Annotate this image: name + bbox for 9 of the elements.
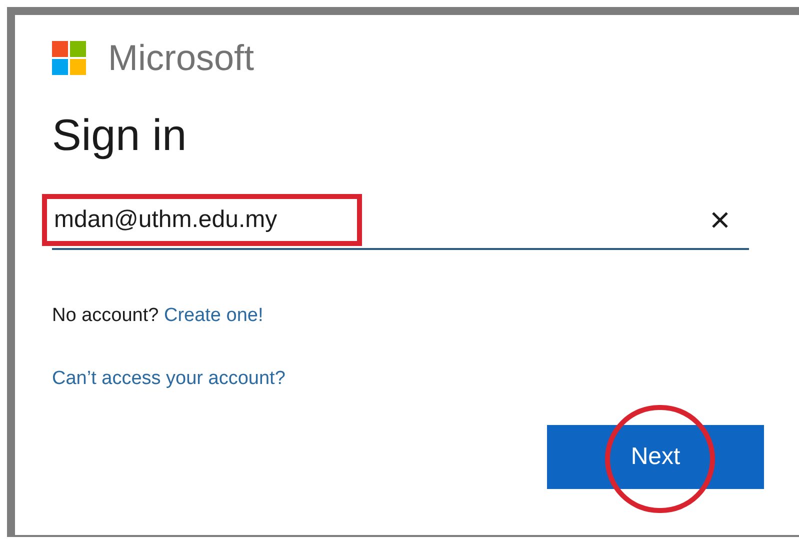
access-account-link[interactable]: Can’t access your account?	[52, 364, 286, 393]
no-account-text: No account? Create one!	[52, 304, 264, 328]
logo-icon	[52, 41, 86, 75]
create-account-link[interactable]: Create one!	[164, 305, 264, 326]
email-field[interactable]: mdan@uthm.edu.my	[52, 202, 711, 238]
page-heading: Sign in	[52, 114, 188, 158]
next-button[interactable]: Next	[547, 425, 764, 489]
brand-name: Microsoft	[108, 40, 254, 76]
clear-icon[interactable]	[711, 211, 729, 229]
